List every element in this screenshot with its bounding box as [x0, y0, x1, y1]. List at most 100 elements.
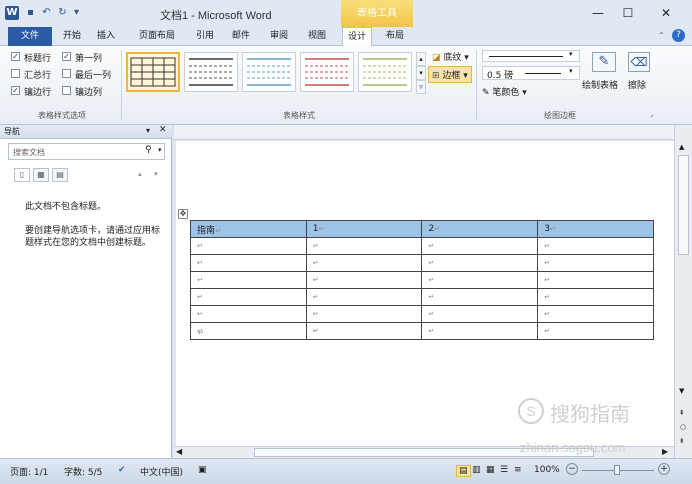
tab-mailings[interactable]: 邮件 — [228, 27, 254, 46]
table-cell[interactable]: ↵ — [537, 271, 654, 289]
table-cell[interactable]: ↵ — [305, 305, 423, 323]
ribbon-minimize-icon[interactable]: ⌃ — [658, 31, 665, 40]
vertical-scrollbar[interactable]: ▲ ▼ ⇞ ○ ⇟ — [674, 125, 692, 458]
web-layout-icon[interactable]: ▦ — [486, 465, 495, 475]
gallery-scroll-up[interactable]: ▴ — [416, 52, 426, 66]
full-screen-reading-icon[interactable]: ▥ — [472, 465, 481, 475]
gallery-scroll-down[interactable]: ▾ — [416, 66, 426, 80]
draw-table-label[interactable]: 绘制表格 — [582, 78, 618, 91]
table-cell[interactable]: ↵ — [190, 305, 307, 323]
save-icon[interactable]: ▪ — [24, 6, 37, 20]
table-cell[interactable]: ↵ — [190, 288, 307, 306]
tab-file[interactable]: 文件 — [8, 27, 52, 46]
table-cell[interactable]: ↵ — [421, 305, 539, 323]
undo-icon[interactable]: ↶ — [40, 6, 53, 20]
tab-design[interactable]: 设计 — [342, 27, 372, 46]
zoom-slider-thumb[interactable] — [614, 465, 620, 475]
gallery-more[interactable]: ▿ — [416, 80, 426, 94]
tab-review[interactable]: 审阅 — [266, 27, 292, 46]
nav-close-icon[interactable]: ✕ — [159, 125, 167, 135]
table-cell[interactable]: ↵ — [305, 254, 423, 272]
eraser-label[interactable]: 擦除 — [628, 78, 646, 91]
table-cell[interactable]: ↵ — [305, 288, 423, 306]
dialog-launcher-icon[interactable]: ⌟ — [650, 110, 653, 118]
vertical-scroll-thumb[interactable] — [678, 155, 689, 255]
scroll-up-icon[interactable]: ▲ — [679, 143, 684, 151]
draw-table-icon[interactable]: ✎ — [592, 52, 616, 72]
word-app-icon[interactable]: W — [5, 6, 19, 20]
table-style-red[interactable] — [300, 52, 354, 92]
page-count[interactable]: 页面: 1/1 — [10, 465, 48, 478]
tab-page-layout[interactable]: 页面布局 — [132, 27, 182, 46]
header-row-checkbox[interactable]: ✓ — [11, 52, 20, 61]
tab-references[interactable]: 引用 — [192, 27, 218, 46]
zoom-out-icon[interactable]: − — [566, 463, 578, 475]
chevron-down-icon[interactable]: ▾ — [158, 146, 162, 154]
proofing-icon[interactable]: ✔ — [118, 465, 126, 475]
document-table[interactable]: 指南↵ 1↵ 2↵ 3↵ ↵ ↵ ↵ ↵ ↵ ↵ ↵ ↵ ↵ ↵ ↵ ↵ ↵ ↵ ↵ ↵ ↵ ↵ ↵ ↵ ↵ ↵ ↵ ↵ — [190, 220, 654, 340]
table-cell[interactable]: ↵ — [537, 322, 654, 340]
print-layout-view-icon[interactable]: ▤ — [456, 465, 471, 477]
draft-view-icon[interactable]: ≡ — [514, 465, 522, 475]
search-icon[interactable]: ⚲ — [145, 145, 152, 155]
close-button[interactable]: ✕ — [656, 5, 676, 21]
table-cell[interactable]: 1↵ — [305, 220, 423, 238]
last-column-checkbox[interactable] — [62, 69, 71, 78]
nav-menu-icon[interactable]: ▾ — [146, 126, 150, 135]
table-cell[interactable]: 指南↵ — [190, 220, 307, 238]
zoom-level[interactable]: 100% — [534, 465, 560, 475]
redo-icon[interactable]: ↻ — [56, 6, 69, 20]
scroll-right-icon[interactable]: ▶ — [662, 447, 668, 456]
table-cell[interactable]: ↵ — [537, 305, 654, 323]
outline-view-icon[interactable]: ☰ — [500, 465, 508, 475]
nav-pages-tab[interactable]: ▦ — [33, 168, 49, 182]
table-cell[interactable]: ↵ — [421, 322, 539, 340]
table-cell[interactable]: 3↵ — [537, 220, 654, 238]
tab-layout[interactable]: 布局 — [380, 27, 410, 46]
line-style-dropdown[interactable]: ▾ — [482, 50, 580, 62]
table-cell[interactable]: 2↵ — [421, 220, 539, 238]
nav-headings-tab[interactable]: ▯ — [14, 168, 30, 182]
tab-view[interactable]: 视图 — [304, 27, 330, 46]
table-style-green[interactable] — [358, 52, 412, 92]
table-cell[interactable]: ↵ — [421, 237, 539, 255]
macro-record-icon[interactable]: ▣ — [198, 465, 207, 475]
table-cell[interactable]: ↵ — [537, 254, 654, 272]
pen-weight-dropdown[interactable]: 0.5 磅 ▾ — [482, 66, 580, 81]
tab-home[interactable]: 开始 — [58, 27, 86, 46]
table-move-handle-icon[interactable]: ✥ — [178, 209, 188, 219]
table-cell[interactable]: ↵ — [190, 322, 307, 340]
zoom-in-icon[interactable]: + — [658, 463, 670, 475]
table-style-plain-dark[interactable] — [184, 52, 238, 92]
minimize-button[interactable]: — — [588, 5, 608, 21]
table-cell[interactable]: ↵ — [421, 288, 539, 306]
table-cell[interactable]: ↵ — [190, 237, 307, 255]
first-column-checkbox[interactable]: ✓ — [62, 52, 71, 61]
banded-columns-checkbox[interactable] — [62, 86, 71, 95]
language-indicator[interactable]: 中文(中国) — [140, 465, 183, 478]
next-page-icon[interactable]: ⇟ — [679, 437, 685, 445]
total-row-checkbox[interactable] — [11, 69, 20, 78]
pen-color-button[interactable]: ✎ 笔颜色 ▾ — [482, 85, 527, 98]
table-cell[interactable]: ↵ — [190, 254, 307, 272]
nav-next-icon[interactable]: ▾ — [154, 170, 158, 178]
tab-insert[interactable]: 插入 — [92, 27, 120, 46]
prev-page-icon[interactable]: ⇞ — [679, 409, 685, 417]
maximize-button[interactable]: ☐ — [618, 5, 638, 21]
table-style-blue[interactable] — [242, 52, 296, 92]
customize-quick-access-icon[interactable]: ▾ — [70, 6, 83, 20]
table-cell[interactable]: ↵ — [421, 254, 539, 272]
table-cell[interactable]: ↵ — [305, 322, 423, 340]
table-cell[interactable]: ↵ — [190, 271, 307, 289]
table-cell[interactable]: ↵ — [537, 237, 654, 255]
word-count[interactable]: 字数: 5/5 — [64, 465, 102, 478]
table-cell[interactable]: ↵ — [305, 237, 423, 255]
browse-object-icon[interactable]: ○ — [680, 423, 686, 431]
shading-button[interactable]: ◪ 底纹 ▾ — [432, 50, 469, 63]
table-cell[interactable]: ↵ — [305, 271, 423, 289]
nav-search-input[interactable]: 搜索文档 ⚲ ▾ — [8, 143, 165, 160]
eraser-icon[interactable]: ⌫ — [628, 52, 650, 72]
table-cell[interactable]: ↵ — [421, 271, 539, 289]
scroll-left-icon[interactable]: ◀ — [176, 447, 182, 456]
table-cell[interactable]: ↵ — [537, 288, 654, 306]
